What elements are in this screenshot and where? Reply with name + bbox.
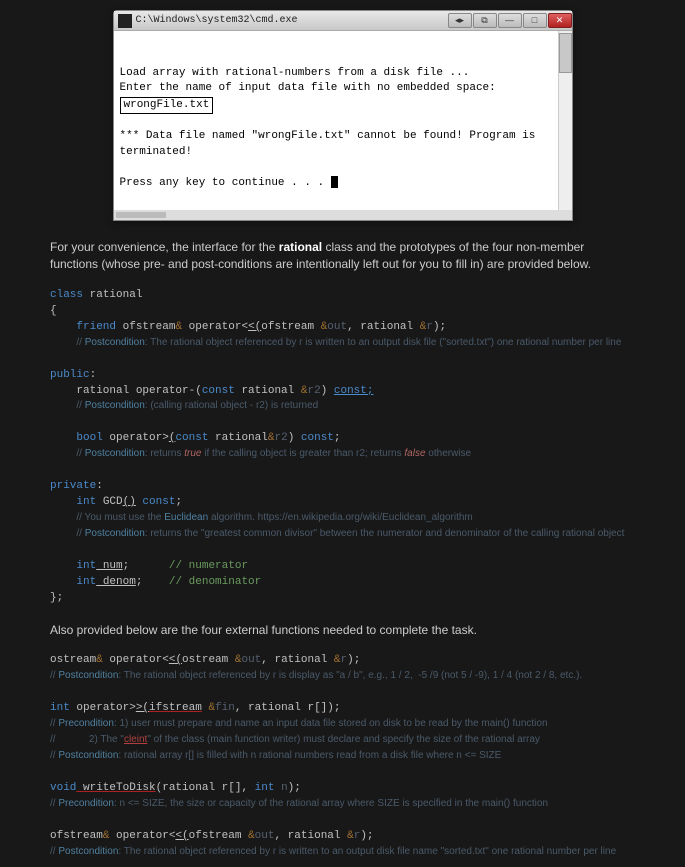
cmd-icon <box>118 14 132 28</box>
window-path: C:\Windows\system32\cmd.exe <box>136 14 447 28</box>
console-line: Load array with rational-numbers from a … <box>120 67 470 79</box>
console-line: *** Data file named "wrongFile.txt" cann… <box>120 130 542 157</box>
titlebar: C:\Windows\system32\cmd.exe ◂▸ ⧉ — □ ✕ <box>114 11 572 31</box>
console-body: Load array with rational-numbers from a … <box>114 31 572 210</box>
nav-back-button[interactable]: ◂▸ <box>448 13 472 28</box>
nav-button[interactable]: ⧉ <box>473 13 497 28</box>
scrollbar-thumb[interactable] <box>559 33 572 73</box>
cursor-icon <box>331 176 338 188</box>
functions-code-block: ostream& operator<<(ostream &out, ration… <box>50 653 635 860</box>
mid-paragraph: Also provided below are the four externa… <box>50 622 635 639</box>
console-line: Press any key to continue . . . <box>120 177 331 189</box>
status-bar <box>114 210 572 220</box>
minimize-button[interactable]: — <box>498 13 522 28</box>
class-code-block: class rational { friend ofstream& operat… <box>50 288 635 607</box>
window-controls: ◂▸ ⧉ — □ ✕ <box>447 13 572 28</box>
content-area: For your convenience, the interface for … <box>0 239 685 860</box>
intro-paragraph: For your convenience, the interface for … <box>50 239 635 273</box>
close-button[interactable]: ✕ <box>548 13 572 28</box>
console-scrollbar[interactable] <box>558 31 572 210</box>
input-value: wrongFile.txt <box>120 97 214 114</box>
cmd-window: C:\Windows\system32\cmd.exe ◂▸ ⧉ — □ ✕ L… <box>113 10 573 221</box>
maximize-button[interactable]: □ <box>523 13 547 28</box>
console-line: Enter the name of input data file with n… <box>120 82 496 94</box>
